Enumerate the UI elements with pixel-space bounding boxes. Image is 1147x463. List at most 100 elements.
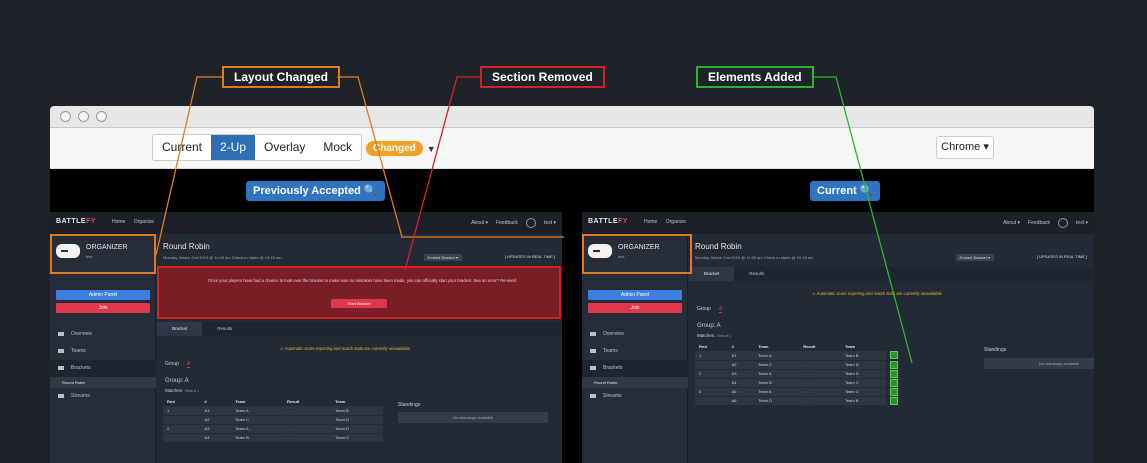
status-dropdown[interactable]: Changed ▼: [366, 141, 436, 156]
callout-elements-added: Elements Added: [696, 66, 814, 88]
sidebar-item-brackets[interactable]: Brackets: [50, 360, 156, 377]
col-team2: Team: [844, 344, 856, 349]
sidebar-subitem-round-robin[interactable]: Round Robin: [50, 377, 156, 388]
current-button[interactable]: Current 🔍: [810, 181, 881, 201]
nav-about[interactable]: About ▾: [471, 220, 488, 226]
bracket-tabs: Bracket Results: [689, 267, 1093, 281]
table-row[interactable]: 3 A5 Team A- : - Team C: [695, 387, 919, 397]
report-score-icon[interactable]: [889, 396, 898, 405]
report-score-icon[interactable]: [889, 360, 898, 369]
streams-icon: [58, 393, 64, 398]
sidebar-item-overview[interactable]: Overview: [582, 326, 688, 343]
matches-heading: Matches - Best of 1: [697, 333, 732, 338]
col-team1: Team: [235, 399, 246, 404]
sidebar-subitem-round-robin[interactable]: Round Robin: [582, 377, 688, 388]
report-score-icon[interactable]: [889, 387, 898, 396]
streams-icon: [590, 393, 596, 398]
table-row[interactable]: A4 Team B- : - Team C: [163, 433, 383, 443]
table-row[interactable]: 2 A3 Team A- : - Team D: [695, 369, 919, 379]
sidebar-item-streams[interactable]: Streams: [50, 388, 156, 405]
realtime-label: [ UPDATES IN REAL TIME ]: [504, 254, 555, 259]
avatar[interactable]: [1058, 218, 1069, 228]
nav-home[interactable]: Home: [112, 219, 125, 225]
window-minimize-dot[interactable]: [78, 111, 89, 122]
nav-user[interactable]: test ▾: [544, 220, 556, 226]
col-num: #: [731, 344, 734, 349]
mode-2up[interactable]: 2-Up: [211, 135, 256, 160]
table-row[interactable]: 1 A1 Team A- : - Team B: [695, 351, 919, 361]
mode-current[interactable]: Current: [153, 135, 211, 160]
alert-text: Once your players have had a chance to l…: [208, 278, 516, 283]
sidebar-item-brackets[interactable]: Brackets: [582, 360, 688, 377]
battlefy-logo[interactable]: BATTLEFY: [56, 218, 96, 225]
browser-select[interactable]: Chrome ▾: [936, 136, 994, 159]
join-button[interactable]: Join: [588, 303, 682, 313]
admin-panel-button[interactable]: Admin Panel: [588, 290, 682, 300]
tab-bracket[interactable]: Bracket: [689, 267, 735, 281]
sidebar-item-teams[interactable]: Teams: [582, 343, 688, 360]
app-nav-right: About ▾ Feedback test ▾: [471, 218, 556, 228]
nav-feedback[interactable]: Feedback: [1028, 220, 1050, 226]
app-main: Round Robin Monday, March 2nd 2015 @ 11:…: [688, 234, 1094, 463]
nav-organize[interactable]: Organize: [666, 219, 686, 225]
battlefy-logo[interactable]: BATTLEFY: [588, 218, 628, 225]
sidebar-item-streams[interactable]: Streams: [582, 388, 688, 405]
diff-toolbar: Current 2-Up Overlay Mock Changed ▼ Chro…: [50, 128, 1094, 169]
mode-mock[interactable]: Mock: [314, 135, 361, 160]
col-team1: Team: [758, 344, 769, 349]
status-badge: Changed: [366, 141, 423, 156]
no-standings-box: No standings available: [398, 412, 548, 423]
chevron-down-icon: ▼: [426, 143, 436, 154]
table-row[interactable]: A4 Team B- : - Team C: [695, 378, 919, 388]
report-score-icon[interactable]: [889, 351, 898, 360]
nav-home[interactable]: Home: [644, 219, 657, 225]
matches-heading: Matches - Best of 1: [165, 388, 200, 393]
tab-results[interactable]: Results: [734, 267, 779, 281]
sidebar-item-overview[interactable]: Overview: [50, 326, 156, 343]
teams-icon: [590, 348, 596, 353]
table-row[interactable]: 1 A1 Team A- : - Team B: [163, 406, 383, 416]
overview-icon: [58, 331, 64, 336]
tab-bracket[interactable]: Bracket: [157, 322, 203, 336]
start-bracket-button[interactable]: Start Bracket: [331, 299, 387, 308]
realtime-label: [ UPDATES IN REAL TIME ]: [1036, 254, 1087, 259]
table-row[interactable]: A6 Team D- : - Team B: [695, 396, 919, 406]
event-meta: Monday, March 2nd 2015 @ 11:00 am Check-…: [695, 255, 814, 260]
tab-results[interactable]: Results: [202, 322, 247, 336]
embed-bracket-dropdown[interactable]: Embed Bracket ▾: [955, 254, 994, 261]
group-selector[interactable]: Group A: [165, 361, 191, 368]
sidebar-item-teams[interactable]: Teams: [50, 343, 156, 360]
avatar[interactable]: [526, 218, 537, 228]
group-heading: Group: A: [697, 323, 721, 329]
embed-bracket-dropdown[interactable]: Embed Bracket ▾: [423, 254, 462, 261]
nav-about[interactable]: About ▾: [1003, 220, 1020, 226]
bracket-tabs: Bracket Results: [157, 322, 561, 336]
table-row[interactable]: A2 Team C- : - Team D: [695, 360, 919, 370]
page-title: Round Robin: [163, 242, 210, 251]
window-zoom-dot[interactable]: [96, 111, 107, 122]
sidebar-menu: Overview Teams Brackets Round Robin Stre…: [582, 326, 688, 405]
table-row[interactable]: A2 Team C- : - Team D: [163, 415, 383, 425]
report-score-icon[interactable]: [889, 378, 898, 387]
matches-table: Rnd # Team Result Team 1 A1 Team A- : - Tea…: [163, 397, 383, 443]
event-meta: Monday, March 2nd 2015 @ 11:00 am Check-…: [163, 255, 282, 260]
table-row[interactable]: 2 A3 Team A- : - Team D: [163, 424, 383, 434]
app-nav-right: About ▾ Feedback test ▾: [1003, 218, 1088, 228]
col-num: #: [204, 399, 207, 404]
warning-text: ⚠ Automatic score reporting and match st…: [812, 291, 942, 296]
col-team2: Team: [335, 399, 346, 404]
browser-window: Current 2-Up Overlay Mock Changed ▼ Chro…: [50, 106, 1094, 463]
previously-accepted-button[interactable]: Previously Accepted 🔍: [246, 181, 385, 201]
report-score-icon[interactable]: [889, 369, 898, 378]
nav-feedback[interactable]: Feedback: [496, 220, 518, 226]
sidebar-menu: Overview Teams Brackets Round Robin Stre…: [50, 326, 156, 405]
mode-overlay[interactable]: Overlay: [255, 135, 314, 160]
join-button[interactable]: Join: [56, 303, 150, 313]
group-selector[interactable]: Group A: [697, 306, 723, 313]
callout-layout-changed: Layout Changed: [222, 66, 341, 88]
nav-user[interactable]: test ▾: [1076, 220, 1088, 226]
admin-panel-button[interactable]: Admin Panel: [56, 290, 150, 300]
window-close-dot[interactable]: [60, 111, 71, 122]
app-nav-links: Home Organize: [112, 219, 161, 225]
nav-organize[interactable]: Organize: [134, 219, 154, 225]
